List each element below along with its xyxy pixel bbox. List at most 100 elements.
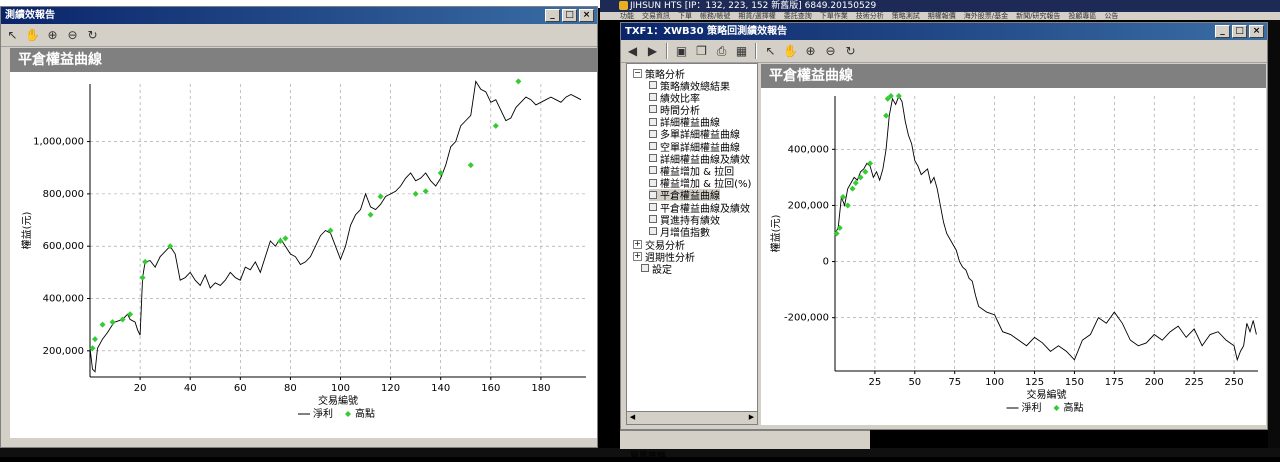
- back-menu-item[interactable]: 交易資訊: [642, 12, 670, 20]
- high-point-marker: [883, 112, 890, 119]
- expand-icon[interactable]: +: [633, 239, 642, 249]
- strategy-tree: − 策略分析 策略績效總結果 績效比率 時間分析 詳細權益曲線 多單詳細權益曲線 空單詳細…: [626, 63, 758, 425]
- back-menu-item[interactable]: 海外股票/基金: [964, 12, 1008, 20]
- back-app-menubar: 功能 交易資訊 下單 帳務/帳號 期貨/選擇權 委託查詢 下單作業 技術分析 策略測試 期權報價海…: [600, 12, 1280, 20]
- table-icon: [649, 105, 657, 114]
- right-window-title: TXF1：XWB30 策略回測績效報告: [625, 26, 788, 37]
- x-tick-label: 40: [184, 383, 197, 394]
- high-point-marker: [127, 311, 134, 318]
- left-toolbar: ↖ ✋ ⊕ ⊖ ↻: [1, 24, 597, 47]
- legend-point-swatch: [1053, 405, 1060, 411]
- zoom-out-icon[interactable]: ⊖: [822, 43, 839, 60]
- tree-node-settings[interactable]: 設定: [641, 262, 672, 276]
- legend-line-label: 淨利: [1022, 402, 1042, 414]
- hand-icon[interactable]: ✋: [782, 43, 799, 60]
- back-menu-item[interactable]: 新聞/研究報告: [1016, 12, 1060, 20]
- y-tick-label: 800,000: [43, 189, 84, 200]
- x-tick-label: 160: [481, 383, 500, 394]
- back-menu-item[interactable]: 下單: [678, 12, 692, 20]
- back-menu-item[interactable]: 帳務/帳號: [700, 12, 730, 20]
- bottom-panel: 買賣策略: [620, 430, 870, 462]
- back-icon[interactable]: ◀: [624, 43, 641, 60]
- refresh-icon[interactable]: ↻: [84, 27, 101, 44]
- back-menu-item[interactable]: 策略測試: [892, 12, 920, 20]
- high-point-marker: [99, 321, 106, 328]
- y-tick-label: 600,000: [43, 241, 84, 252]
- back-menu-item[interactable]: 技術分析: [856, 12, 884, 20]
- pointer-icon[interactable]: ↖: [4, 27, 21, 44]
- high-point-marker: [282, 235, 289, 242]
- left-chart-area: 20 40 60 80 100 120 140 160 180 200,000 400,000 600…: [10, 72, 597, 438]
- x-tick-label: 250: [1225, 377, 1244, 388]
- x-tick-label: 75: [948, 377, 961, 388]
- close-button[interactable]: ×: [1249, 25, 1264, 38]
- right-window-titlebar[interactable]: TXF1：XWB30 策略回測績效報告 _ □ ×: [621, 23, 1267, 40]
- table-icon[interactable]: ▦: [733, 43, 750, 60]
- x-tick-label: 225: [1185, 377, 1204, 388]
- copy-icon[interactable]: ❐: [693, 43, 710, 60]
- y-axis-label: 權益(元): [20, 212, 33, 250]
- minimize-button[interactable]: _: [545, 9, 560, 22]
- minimize-button[interactable]: _: [1215, 25, 1230, 38]
- back-menu-item[interactable]: 功能: [620, 12, 634, 20]
- high-point-marker: [515, 78, 522, 85]
- refresh-icon[interactable]: ↻: [842, 43, 859, 60]
- right-toolbar: ◀ ▶ ▣ ❐ ⎙ ▦ ↖ ✋ ⊕ ⊖ ↻: [621, 40, 1267, 63]
- right-panel-title: 平倉權益曲線: [761, 64, 1266, 88]
- toolbar-separator: [755, 43, 757, 59]
- zoom-out-icon[interactable]: ⊖: [64, 27, 81, 44]
- high-point-marker: [277, 237, 284, 244]
- left-window-titlebar[interactable]: 測績效報告 _ □ ×: [1, 7, 597, 24]
- back-app-title: JIHSUN HTS [IP：132, 223, 152 新舊版] 6849.2…: [630, 1, 877, 11]
- zoom-in-icon[interactable]: ⊕: [44, 27, 61, 44]
- hand-icon[interactable]: ✋: [24, 27, 41, 44]
- high-point-marker: [844, 202, 851, 209]
- y-tick-label: -200,000: [784, 313, 829, 324]
- left-window-title: 測績效報告: [5, 10, 55, 21]
- high-point-marker: [833, 230, 840, 237]
- chart-icon: [649, 203, 657, 211]
- table-icon: [649, 93, 657, 102]
- high-point-marker: [437, 169, 444, 176]
- y-tick-label: 0: [823, 257, 829, 268]
- high-point-marker: [327, 227, 334, 234]
- high-point-marker: [857, 174, 864, 181]
- save-icon[interactable]: ▣: [673, 43, 690, 60]
- scroll-left-icon[interactable]: ◀: [627, 412, 638, 423]
- back-menu-item[interactable]: 下單作業: [820, 12, 848, 20]
- print-icon[interactable]: ⎙: [713, 43, 730, 60]
- legend-point-label: 高點: [355, 407, 375, 420]
- high-point-marker: [852, 179, 859, 186]
- tree-scrollbar[interactable]: ◀ ▶: [627, 411, 757, 424]
- left-equity-chart: 20 40 60 80 100 120 140 160 180 200,000 400,000 600…: [20, 78, 586, 420]
- page-icon: [641, 264, 649, 272]
- x-tick-label: 125: [1025, 377, 1044, 388]
- y-tick-label: 200,000: [788, 200, 829, 211]
- back-menu-item[interactable]: 公告: [1104, 12, 1118, 20]
- high-point-marker: [492, 122, 499, 129]
- y-tick-label: 400,000: [43, 294, 84, 305]
- high-point-marker: [367, 211, 374, 218]
- maximize-button[interactable]: □: [1232, 25, 1247, 38]
- back-menu-item[interactable]: 期貨/選擇權: [738, 12, 775, 20]
- y-tick-label: 200,000: [43, 346, 84, 357]
- zoom-in-icon[interactable]: ⊕: [802, 43, 819, 60]
- pointer-icon[interactable]: ↖: [762, 43, 779, 60]
- maximize-button[interactable]: □: [562, 9, 577, 22]
- legend-point-swatch: [345, 411, 351, 417]
- high-point-marker: [836, 224, 843, 231]
- back-menu-item[interactable]: 期權報價: [928, 12, 956, 20]
- x-tick-label: 200: [1145, 377, 1164, 388]
- back-menu-item[interactable]: 委託查詢: [784, 12, 812, 20]
- close-button[interactable]: ×: [579, 9, 594, 22]
- scroll-right-icon[interactable]: ▶: [746, 412, 757, 423]
- high-point-marker: [867, 160, 874, 167]
- right-edge-strip: [1268, 20, 1280, 448]
- high-point-marker: [139, 274, 146, 281]
- expand-icon[interactable]: +: [633, 251, 642, 261]
- chart-icon: [649, 142, 657, 150]
- forward-icon[interactable]: ▶: [644, 43, 661, 60]
- high-point-marker: [849, 185, 856, 192]
- back-menu-item[interactable]: 投顧專區: [1068, 12, 1096, 20]
- collapse-icon[interactable]: −: [633, 68, 642, 78]
